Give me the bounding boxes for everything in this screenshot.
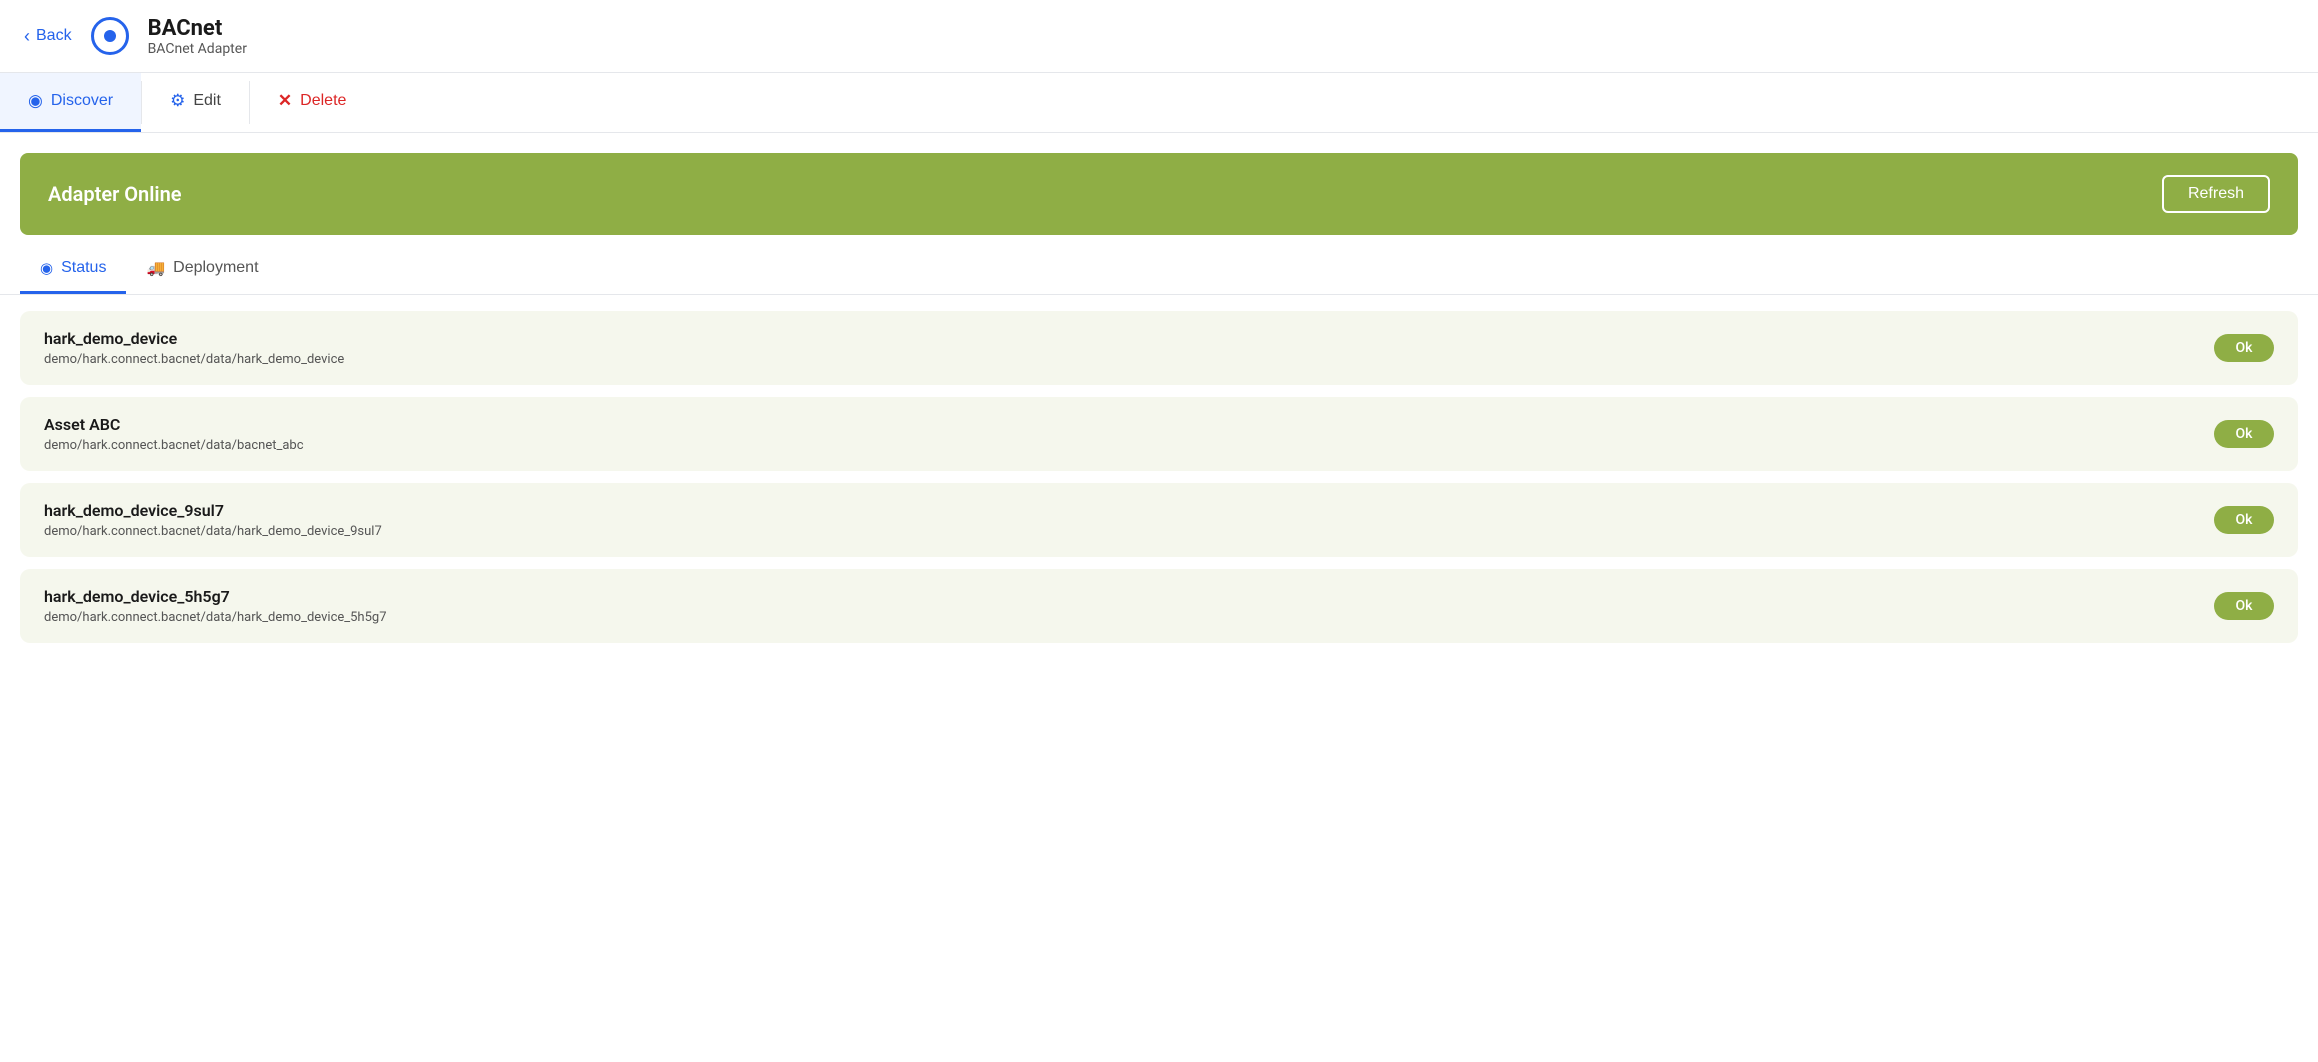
status-badge: Ok bbox=[2214, 420, 2274, 448]
device-path: demo/hark.connect.bacnet/data/bacnet_abc bbox=[44, 438, 304, 453]
back-label: Back bbox=[36, 27, 72, 45]
status-badge: Ok bbox=[2214, 334, 2274, 362]
adapter-status-banner: Adapter Online Refresh bbox=[20, 153, 2298, 235]
device-path: demo/hark.connect.bacnet/data/hark_demo_… bbox=[44, 610, 387, 625]
device-list: hark_demo_device demo/hark.connect.bacne… bbox=[0, 295, 2318, 659]
device-info: Asset ABC demo/hark.connect.bacnet/data/… bbox=[44, 415, 304, 453]
device-name: Asset ABC bbox=[44, 415, 304, 434]
device-card[interactable]: hark_demo_device_5h5g7 demo/hark.connect… bbox=[20, 569, 2298, 643]
device-name: hark_demo_device_5h5g7 bbox=[44, 587, 387, 606]
device-info: hark_demo_device demo/hark.connect.bacne… bbox=[44, 329, 344, 367]
x-icon: ✕ bbox=[278, 91, 292, 111]
back-arrow-icon: ‹ bbox=[24, 26, 30, 47]
header: ‹ Back BACnet BACnet Adapter bbox=[0, 0, 2318, 73]
sub-tab-status-label: Status bbox=[61, 259, 106, 277]
adapter-icon-circle bbox=[91, 17, 129, 55]
adapter-icon-dot bbox=[104, 30, 116, 42]
refresh-button[interactable]: Refresh bbox=[2162, 175, 2270, 213]
tab-edit-label: Edit bbox=[193, 92, 221, 110]
device-card[interactable]: hark_demo_device demo/hark.connect.bacne… bbox=[20, 311, 2298, 385]
sub-tab-bar: ◉ Status 🚚 Deployment bbox=[0, 245, 2318, 295]
device-card[interactable]: hark_demo_device_9sul7 demo/hark.connect… bbox=[20, 483, 2298, 557]
status-badge: Ok bbox=[2214, 506, 2274, 534]
header-title-group: BACnet BACnet Adapter bbox=[148, 16, 247, 57]
device-info: hark_demo_device_5h5g7 demo/hark.connect… bbox=[44, 587, 387, 625]
sub-tab-deployment-label: Deployment bbox=[173, 259, 258, 277]
device-name: hark_demo_device bbox=[44, 329, 344, 348]
tab-edit[interactable]: ⚙ Edit bbox=[142, 73, 249, 132]
status-radio-icon: ◉ bbox=[40, 259, 53, 277]
deployment-icon: 🚚 bbox=[146, 259, 165, 277]
banner-text: Adapter Online bbox=[48, 182, 182, 206]
tab-delete[interactable]: ✕ Delete bbox=[250, 73, 375, 132]
page-title: BACnet bbox=[148, 16, 247, 41]
device-card[interactable]: Asset ABC demo/hark.connect.bacnet/data/… bbox=[20, 397, 2298, 471]
device-path: demo/hark.connect.bacnet/data/hark_demo_… bbox=[44, 352, 344, 367]
page-subtitle: BACnet Adapter bbox=[148, 41, 247, 57]
status-badge: Ok bbox=[2214, 592, 2274, 620]
tab-discover-label: Discover bbox=[51, 92, 113, 110]
gear-icon: ⚙ bbox=[170, 91, 185, 111]
tab-discover[interactable]: ◉ Discover bbox=[0, 73, 141, 132]
sub-tab-deployment[interactable]: 🚚 Deployment bbox=[126, 245, 278, 294]
back-button[interactable]: ‹ Back bbox=[24, 26, 72, 47]
tab-delete-label: Delete bbox=[300, 92, 346, 110]
sub-tab-status[interactable]: ◉ Status bbox=[20, 245, 126, 294]
adapter-icon bbox=[88, 14, 132, 58]
tab-bar: ◉ Discover ⚙ Edit ✕ Delete bbox=[0, 73, 2318, 133]
device-path: demo/hark.connect.bacnet/data/hark_demo_… bbox=[44, 524, 382, 539]
device-name: hark_demo_device_9sul7 bbox=[44, 501, 382, 520]
device-info: hark_demo_device_9sul7 demo/hark.connect… bbox=[44, 501, 382, 539]
radio-icon: ◉ bbox=[28, 91, 43, 111]
